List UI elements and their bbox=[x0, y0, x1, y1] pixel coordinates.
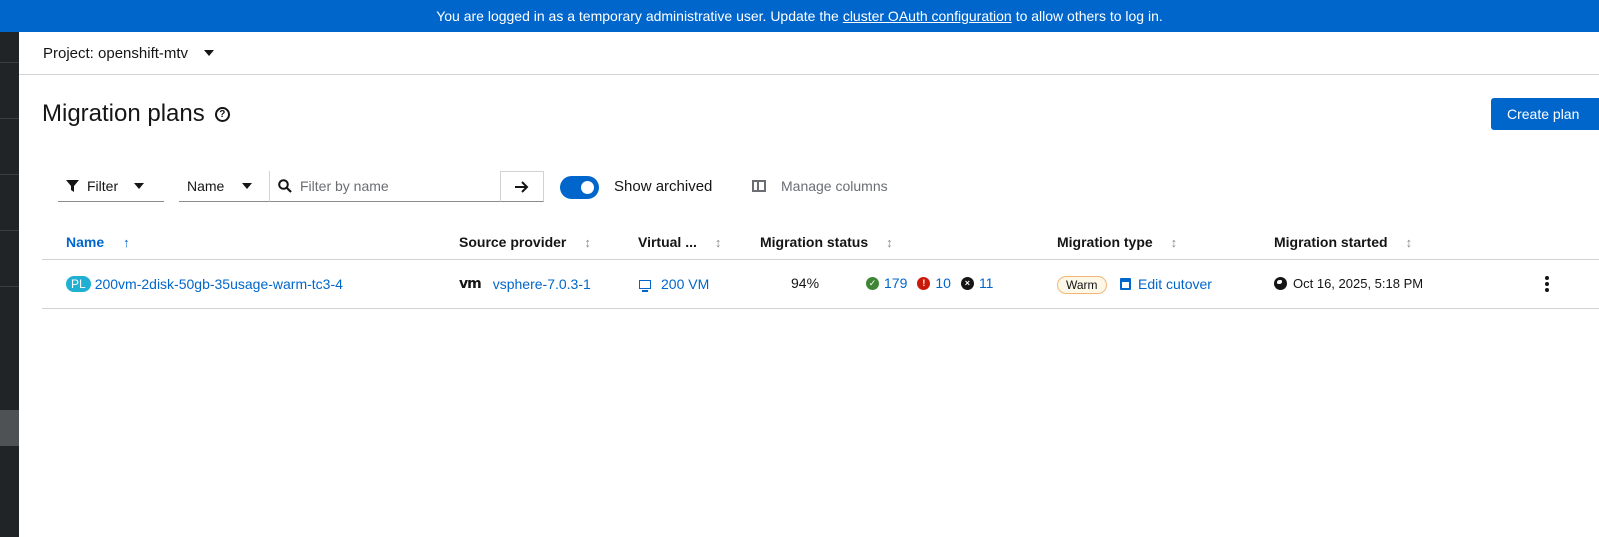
search-icon bbox=[278, 179, 292, 193]
column-header-label: Migration started bbox=[1274, 234, 1388, 250]
project-label: Project: openshift-mtv bbox=[43, 44, 189, 62]
canceled-count[interactable]: 11 bbox=[979, 275, 994, 291]
table-header-divider bbox=[42, 259, 1599, 260]
column-header-migration-type[interactable]: Migration type ↕ bbox=[1057, 234, 1177, 250]
chevron-down-icon bbox=[134, 183, 145, 189]
sort-ascending-icon: ↑ bbox=[123, 234, 130, 250]
edit-cutover-button[interactable]: Edit cutover bbox=[1120, 276, 1212, 292]
search-input[interactable] bbox=[300, 178, 490, 194]
admin-banner: You are logged in as a temporary adminis… bbox=[0, 0, 1599, 32]
show-archived-toggle[interactable] bbox=[560, 176, 599, 199]
vmware-logo-icon: vm bbox=[459, 276, 482, 292]
plan-badge: PL bbox=[66, 276, 91, 292]
started-timestamp: Oct 16, 2025, 5:18 PM bbox=[1293, 276, 1424, 291]
banner-text-after: to allow others to log in. bbox=[1015, 8, 1163, 24]
source-provider-cell: vm vsphere-7.0.3-1 bbox=[459, 276, 591, 292]
table-row-divider bbox=[42, 308, 1599, 309]
vms-cell[interactable]: 200 VM bbox=[639, 276, 709, 292]
columns-icon bbox=[752, 180, 766, 192]
column-header-label: Migration status bbox=[760, 234, 869, 250]
arrow-right-icon bbox=[515, 180, 529, 193]
nav-active-item[interactable] bbox=[0, 410, 19, 446]
plan-name-link[interactable]: 200vm-2disk-50gb-35usage-warm-tc3-4 bbox=[95, 276, 343, 292]
migration-status-counts: ✓ 179 ! 10 × 11 bbox=[866, 275, 993, 291]
manage-columns-label: Manage columns bbox=[781, 178, 888, 194]
column-header-source-provider[interactable]: Source provider ↕ bbox=[459, 234, 591, 250]
kebab-icon[interactable] bbox=[1544, 276, 1550, 292]
calendar-icon bbox=[1120, 278, 1131, 290]
monitor-icon bbox=[639, 279, 651, 292]
left-nav bbox=[0, 0, 19, 537]
edit-cutover-label: Edit cutover bbox=[1138, 276, 1212, 292]
page-title: Migration plans ? bbox=[42, 100, 230, 128]
column-header-migration-status[interactable]: Migration status ↕ bbox=[760, 234, 893, 250]
exclamation-circle-icon: ! bbox=[917, 276, 931, 290]
vms-link[interactable]: 200 VM bbox=[661, 276, 709, 292]
column-header-migration-started[interactable]: Migration started ↕ bbox=[1274, 234, 1412, 250]
filter-dropdown[interactable]: Filter bbox=[58, 171, 164, 202]
project-selector[interactable]: Project: openshift-mtv bbox=[19, 32, 1599, 75]
column-header-label: Name bbox=[66, 234, 105, 250]
search-box bbox=[270, 171, 500, 202]
sort-icon: ↕ bbox=[1170, 234, 1178, 250]
migration-progress: 94% bbox=[791, 275, 819, 291]
attribute-select[interactable]: Name bbox=[179, 171, 270, 202]
ban-icon: × bbox=[960, 276, 974, 290]
check-circle-icon: ✓ bbox=[866, 276, 879, 290]
filter-label: Filter bbox=[87, 178, 119, 194]
banner-text-before: You are logged in as a temporary adminis… bbox=[436, 8, 839, 24]
chevron-down-icon bbox=[204, 50, 215, 56]
search-submit-button[interactable] bbox=[500, 171, 544, 202]
help-icon[interactable]: ? bbox=[214, 106, 230, 122]
provider-link[interactable]: vsphere-7.0.3-1 bbox=[493, 276, 591, 292]
progress-percent: 94% bbox=[791, 275, 820, 291]
plan-name-cell: PL 200vm-2disk-50gb-35usage-warm-tc3-4 bbox=[66, 276, 343, 292]
column-header-label: Migration type bbox=[1057, 234, 1153, 250]
oauth-config-link[interactable]: cluster OAuth configuration bbox=[843, 8, 1012, 24]
column-header-virtual-machines[interactable]: Virtual ... ↕ bbox=[638, 234, 721, 250]
page-title-text: Migration plans bbox=[42, 100, 205, 127]
sort-icon: ↕ bbox=[1405, 234, 1413, 250]
sort-icon: ↕ bbox=[886, 234, 893, 250]
attribute-label: Name bbox=[187, 178, 225, 194]
filter-icon bbox=[66, 179, 79, 192]
migration-type-cell: Warm bbox=[1057, 276, 1107, 294]
manage-columns-button[interactable]: Manage columns bbox=[752, 178, 888, 194]
show-archived-label: Show archived bbox=[614, 178, 713, 195]
sort-icon: ↕ bbox=[584, 234, 591, 250]
create-plan-button[interactable]: Create plan bbox=[1491, 98, 1599, 130]
failed-count[interactable]: 10 bbox=[935, 275, 951, 291]
column-header-name[interactable]: Name ↑ bbox=[66, 234, 130, 250]
globe-icon bbox=[1274, 277, 1287, 290]
succeeded-count[interactable]: 179 bbox=[884, 275, 907, 291]
column-header-label: Source provider bbox=[459, 234, 567, 250]
chevron-down-icon bbox=[242, 183, 253, 189]
column-header-label: Virtual ... bbox=[638, 234, 697, 250]
migration-started-cell: Oct 16, 2025, 5:18 PM bbox=[1274, 276, 1423, 291]
migration-type-badge: Warm bbox=[1057, 276, 1107, 294]
sort-icon: ↕ bbox=[714, 234, 722, 250]
